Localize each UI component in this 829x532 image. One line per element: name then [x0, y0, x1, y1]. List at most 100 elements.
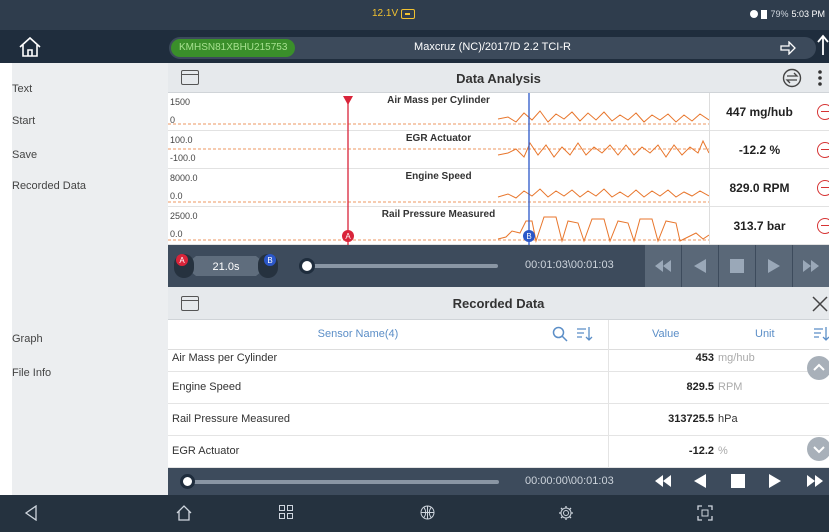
ab-interval-text: 21.0s — [213, 261, 240, 273]
globe-icon[interactable] — [420, 505, 435, 520]
rewind-button[interactable] — [681, 245, 718, 287]
notification-icon — [750, 10, 759, 18]
graph-value: -12.2 % — [709, 131, 809, 169]
fast-rewind-icon — [655, 260, 671, 272]
graph-label: Engine Speed — [405, 171, 472, 182]
more-menu-icon[interactable] — [816, 69, 824, 87]
scroll-up-button[interactable] — [807, 356, 829, 380]
remove-graph-icon[interactable] — [817, 142, 829, 158]
remove-graph-icon[interactable] — [817, 104, 829, 120]
column-divider — [608, 320, 609, 350]
upload-icon[interactable] — [816, 34, 829, 56]
remove-graph-icon[interactable] — [817, 180, 829, 196]
ab-interval-control[interactable]: A B 21.0s — [172, 252, 280, 280]
sensor-unit: RPM — [718, 381, 743, 393]
play-icon[interactable] — [769, 474, 781, 488]
apps-grid-icon[interactable] — [279, 505, 293, 519]
scale-min: 0.0 — [170, 191, 183, 201]
voltage-indicator: 12.1V — [372, 8, 416, 19]
graph-row[interactable]: 100.0 -100.0 EGR Actuator -12.2 % — [168, 131, 829, 169]
app-header: KMHSN81XBHU215753 Maxcruz (NC)/2017/D 2.… — [0, 30, 829, 63]
graph-area[interactable]: 1500 0 Air Mass per Cylinder 447 mg/hub … — [168, 93, 829, 245]
home-icon[interactable] — [18, 36, 42, 58]
table-header: Sensor Name(4) Value Unit — [168, 320, 829, 350]
playback-bar-bottom: 00:00:00\00:01:03 — [168, 468, 829, 495]
sidebar: Text Start Save Recorded Data Graph File… — [12, 63, 168, 495]
fast-forward-button[interactable] — [792, 245, 829, 287]
home-icon[interactable] — [176, 505, 192, 521]
battery-voltage-icon — [401, 8, 416, 19]
graph-row[interactable]: 1500 0 Air Mass per Cylinder 447 mg/hub — [168, 93, 829, 131]
back-icon[interactable] — [24, 505, 38, 521]
graph-label: Rail Pressure Measured — [381, 209, 496, 220]
vehicle-name: Maxcruz (NC)/2017/D 2.2 TCI-R — [414, 41, 571, 53]
sidebar-item-recorded-data[interactable]: Recorded Data — [12, 180, 86, 192]
playback-knob[interactable] — [299, 258, 315, 274]
rewind-icon — [694, 259, 706, 273]
table-row[interactable]: Engine Speed 829.5 RPM — [168, 372, 829, 404]
recorded-data-header: Recorded Data — [168, 287, 829, 320]
app-window: 12.1V 79% 5:03 PM KMHSN81XBHU215753 Maxc… — [0, 0, 829, 532]
sort-icon[interactable] — [577, 327, 593, 341]
value-header: Value — [652, 328, 680, 340]
navigation-bar — [0, 495, 829, 532]
sensor-unit: % — [718, 445, 728, 457]
fast-rewind-button[interactable] — [644, 245, 681, 287]
clock: 5:03 PM — [791, 9, 825, 19]
sidebar-item-graph[interactable]: Graph — [12, 333, 43, 345]
trace-line — [497, 216, 709, 243]
graph-value: 829.0 RPM — [709, 169, 809, 207]
table-row[interactable]: EGR Actuator -12.2 % — [168, 436, 829, 468]
graph-row[interactable]: 8000.0 0.0 Engine Speed 829.0 RPM — [168, 169, 829, 207]
play-button[interactable] — [755, 245, 792, 287]
close-icon[interactable] — [812, 296, 828, 312]
sidebar-item-file-info[interactable]: File Info — [12, 367, 51, 379]
unit-header: Unit — [755, 328, 775, 340]
search-icon[interactable] — [552, 326, 568, 342]
graph-row[interactable]: 2500.0 0.0 Rail Pressure Measured 313.7 … — [168, 207, 829, 245]
scroll-down-button[interactable] — [807, 437, 829, 461]
fast-rewind-icon[interactable] — [655, 475, 671, 487]
fast-forward-icon[interactable] — [807, 475, 823, 487]
sensor-value: 313725.5 — [668, 413, 714, 425]
scale-min: -100.0 — [170, 153, 196, 163]
play-icon — [768, 259, 780, 273]
sensor-value: 453 — [695, 352, 714, 364]
playback-time: 00:01:03\00:01:03 — [525, 259, 614, 271]
sensor-value: 829.5 — [686, 381, 714, 393]
data-analysis-title: Data Analysis — [456, 71, 541, 86]
playback-track[interactable] — [303, 264, 498, 268]
battery-percent: 79% — [770, 9, 789, 19]
graph-value: 447 mg/hub — [709, 93, 809, 131]
fast-forward-icon — [803, 260, 819, 272]
sensor-name: EGR Actuator — [172, 445, 240, 457]
sort-icon[interactable] — [814, 327, 829, 341]
ab-a-label: A — [179, 256, 185, 265]
arrow-right-icon[interactable] — [780, 41, 796, 55]
playback-track[interactable] — [184, 480, 499, 484]
vehicle-info-bar: KMHSN81XBHU215753 Maxcruz (NC)/2017/D 2.… — [169, 37, 816, 59]
stop-button[interactable] — [718, 245, 755, 287]
sidebar-item-start[interactable]: Start — [12, 115, 35, 127]
screenshot-icon[interactable] — [697, 505, 713, 521]
rewind-icon[interactable] — [694, 474, 706, 488]
recorded-data-title: Recorded Data — [452, 296, 545, 311]
sidebar-item-save[interactable]: Save — [12, 149, 37, 161]
sidebar-item-text[interactable]: Text — [12, 83, 32, 95]
trace-line — [497, 110, 709, 123]
sensor-name-header[interactable]: Sensor Name(4) — [168, 328, 548, 340]
stop-icon[interactable] — [731, 474, 745, 488]
settings-gear-icon[interactable] — [558, 505, 574, 521]
scale-min: 0 — [170, 115, 176, 125]
graph-label: Air Mass per Cylinder — [387, 95, 490, 106]
table-row[interactable]: Rail Pressure Measured 313725.5 hPa — [168, 404, 829, 436]
settings-swap-icon[interactable] — [782, 68, 802, 88]
remove-graph-icon[interactable] — [817, 218, 829, 234]
sensor-unit: mg/hub — [718, 352, 755, 364]
playback-knob[interactable] — [180, 474, 195, 489]
sensor-unit: hPa — [718, 413, 738, 425]
playback-time: 00:00:00\00:01:03 — [525, 475, 614, 487]
status-bar: 12.1V 79% 5:03 PM — [0, 0, 829, 30]
table-row[interactable]: Air Mass per Cylinder 453 mg/hub — [168, 350, 829, 372]
sensor-value: -12.2 — [688, 445, 714, 457]
